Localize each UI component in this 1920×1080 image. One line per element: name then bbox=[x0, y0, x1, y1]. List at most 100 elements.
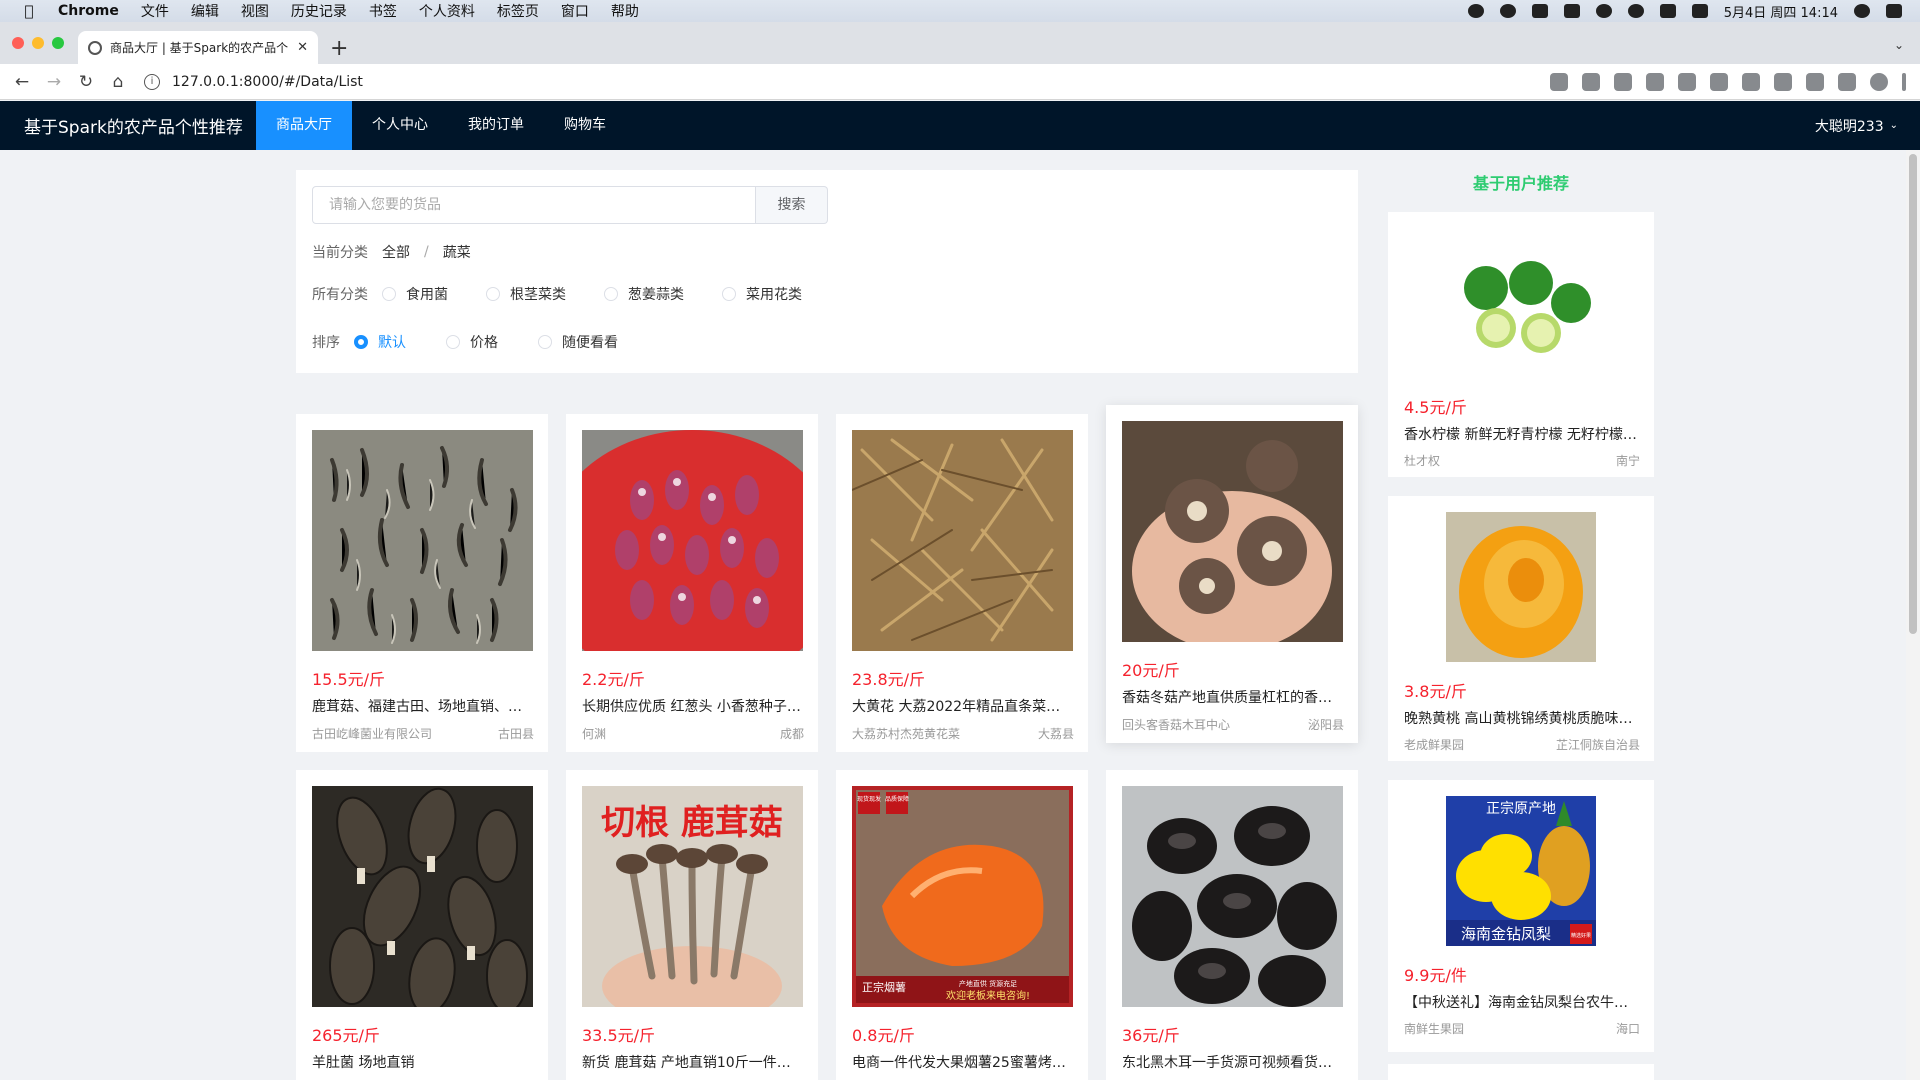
recommend-title[interactable]: 晚熟黄桃 高山黄桃锦绣黄桃质脆味… bbox=[1404, 708, 1640, 728]
record-status-icon[interactable] bbox=[1499, 4, 1516, 18]
recommend-card[interactable]: 正宗原产地 海南金钻凤梨 精选好果 9.9元/件 【中秋送礼】海南金钻凤梨台农牛… bbox=[1388, 780, 1654, 1052]
product-title[interactable]: 香菇冬菇产地直供质量杠杠的香… bbox=[1122, 687, 1344, 707]
control-center-icon[interactable] bbox=[1886, 4, 1902, 18]
extension-3-icon[interactable] bbox=[1742, 72, 1760, 91]
product-image[interactable] bbox=[312, 786, 533, 1007]
close-icon[interactable]: ✕ bbox=[297, 40, 308, 55]
forward-arrow-icon[interactable]: → bbox=[38, 72, 70, 92]
search-input[interactable]: 请输入您要的货品 bbox=[312, 186, 756, 224]
menu-bookmarks[interactable]: 书签 bbox=[369, 1, 397, 21]
search-button[interactable]: 搜索 bbox=[756, 186, 828, 224]
recommend-title[interactable]: 香水柠檬 新鲜无籽青柠檬 无籽柠檬… bbox=[1404, 424, 1640, 444]
menu-view[interactable]: 视图 bbox=[241, 1, 269, 21]
radio-circle[interactable] bbox=[604, 287, 618, 301]
product-card[interactable]: 2.2元/斤 长期供应优质 红葱头 小香葱种子… 何渊 成都 bbox=[566, 414, 818, 752]
recommend-card-partial[interactable] bbox=[1388, 1064, 1654, 1080]
product-title[interactable]: 羊肚菌 场地直销 bbox=[312, 1052, 534, 1072]
sort-radio-random[interactable]: 随便看看 bbox=[538, 332, 618, 352]
radio-circle[interactable] bbox=[486, 287, 500, 301]
category-radio-root[interactable]: 根茎菜类 bbox=[486, 284, 566, 304]
radio-circle[interactable] bbox=[354, 335, 368, 349]
menu-profile[interactable]: 个人资料 bbox=[419, 1, 475, 21]
share-icon[interactable] bbox=[1614, 72, 1632, 91]
menu-window[interactable]: 窗口 bbox=[561, 1, 589, 21]
menu-app-name[interactable]: Chrome bbox=[58, 3, 119, 19]
wechat-status-icon[interactable] bbox=[1627, 4, 1644, 18]
product-image[interactable]: 现货现发 品质保障 正宗烟薯 产地直供 货源充足 欢迎老板来电咨询! bbox=[852, 786, 1073, 1007]
product-title[interactable]: 东北黑木耳一手货源可视频看货… bbox=[1122, 1052, 1344, 1072]
category-radio-fungi[interactable]: 食用菌 bbox=[382, 284, 448, 304]
signal-status-icon[interactable] bbox=[1531, 4, 1548, 18]
new-tab-button[interactable]: + bbox=[330, 36, 348, 61]
app-status-icon[interactable] bbox=[1563, 4, 1580, 18]
radio-circle[interactable] bbox=[538, 335, 552, 349]
info-icon[interactable]: i bbox=[144, 73, 160, 90]
chevron-down-icon[interactable]: ⌄ bbox=[1894, 38, 1904, 52]
product-card[interactable]: 23.8元/斤 大黄花 大荔2022年精品直条菜已… 大荔苏村杰苑黄花菜 大荔县 bbox=[836, 414, 1088, 752]
recommend-title[interactable]: 【中秋送礼】海南金钻凤梨台农牛… bbox=[1404, 992, 1640, 1012]
recommend-card[interactable]: 3.8元/斤 晚熟黄桃 高山黄桃锦绣黄桃质脆味… 老成鲜果园 芷江侗族自治县 bbox=[1388, 496, 1654, 761]
minimize-window-button[interactable] bbox=[32, 37, 44, 49]
product-card[interactable]: 265元/斤 羊肚菌 场地直销 bbox=[296, 770, 548, 1080]
category-radio-allium[interactable]: 葱姜蒜类 bbox=[604, 284, 684, 304]
radio-circle[interactable] bbox=[722, 287, 736, 301]
product-title[interactable]: 长期供应优质 红葱头 小香葱种子… bbox=[582, 696, 804, 716]
recommend-card[interactable]: 4.5元/斤 香水柠檬 新鲜无籽青柠檬 无籽柠檬… 杜才权 南宁 bbox=[1388, 212, 1654, 477]
menu-help[interactable]: 帮助 bbox=[611, 1, 639, 21]
product-card[interactable]: 现货现发 品质保障 正宗烟薯 产地直供 货源充足 欢迎老板来电咨询! 0.8元/… bbox=[836, 770, 1088, 1080]
radio-circle[interactable] bbox=[446, 335, 460, 349]
sort-radio-default[interactable]: 默认 bbox=[354, 332, 406, 352]
menu-file[interactable]: 文件 bbox=[141, 1, 169, 21]
extension-1-icon[interactable] bbox=[1678, 72, 1696, 91]
product-title[interactable]: 新货 鹿茸菇 产地直销10斤一件鲜… bbox=[582, 1052, 804, 1072]
menu-history[interactable]: 历史记录 bbox=[291, 1, 347, 21]
close-window-button[interactable] bbox=[12, 37, 24, 49]
product-image[interactable] bbox=[312, 430, 533, 651]
product-card[interactable]: 15.5元/斤 鹿茸菇、福建古田、场地直销、… 古田屹峰菌业有限公司 古田县 bbox=[296, 414, 548, 752]
star-icon[interactable] bbox=[1646, 72, 1664, 91]
chat-status-icon[interactable] bbox=[1595, 4, 1612, 18]
category-radio-flower[interactable]: 菜用花类 bbox=[722, 284, 802, 304]
reload-icon[interactable]: ↻ bbox=[70, 72, 102, 92]
gear-status-icon[interactable] bbox=[1467, 4, 1484, 18]
nav-item-profile[interactable]: 个人中心 bbox=[352, 101, 448, 150]
extension-2-icon[interactable] bbox=[1710, 72, 1728, 91]
input-method-icon[interactable] bbox=[1659, 4, 1676, 18]
sidepanel-icon[interactable] bbox=[1838, 72, 1856, 91]
product-card[interactable]: 切根 鹿茸菇 33.5元/斤 新货 鹿茸菇 产地直销10斤一件鲜… bbox=[566, 770, 818, 1080]
clock[interactable]: 5月4日 周四 14:14 bbox=[1724, 2, 1838, 21]
product-image[interactable] bbox=[582, 430, 803, 651]
profile-avatar-icon[interactable] bbox=[1870, 72, 1888, 91]
address-bar[interactable]: i 127.0.0.1:8000/#/Data/List bbox=[144, 68, 1494, 96]
recommend-image[interactable] bbox=[1446, 228, 1596, 378]
sort-radio-price[interactable]: 价格 bbox=[446, 332, 498, 352]
product-image[interactable] bbox=[852, 430, 1073, 651]
product-title[interactable]: 电商一件代发大果烟薯25蜜薯烤… bbox=[852, 1052, 1074, 1072]
nav-item-orders[interactable]: 我的订单 bbox=[448, 101, 544, 150]
product-image[interactable] bbox=[1122, 421, 1343, 642]
nav-item-cart[interactable]: 购物车 bbox=[544, 101, 626, 150]
site-brand[interactable]: 基于Spark的农产品个性推荐 bbox=[24, 113, 256, 138]
zoom-window-button[interactable] bbox=[52, 37, 64, 49]
menu-tabs[interactable]: 标签页 bbox=[497, 1, 539, 21]
volume-icon[interactable] bbox=[1691, 4, 1708, 18]
more-vert-icon[interactable] bbox=[1902, 72, 1906, 91]
product-image[interactable] bbox=[1122, 786, 1343, 1007]
apple-icon[interactable]:  bbox=[18, 2, 40, 20]
recommend-image[interactable] bbox=[1446, 512, 1596, 662]
browser-tab-active[interactable]: 商品大厅 | 基于Spark的农产品个 ✕ bbox=[78, 31, 318, 64]
radio-circle[interactable] bbox=[382, 287, 396, 301]
menu-edit[interactable]: 编辑 bbox=[191, 1, 219, 21]
translate-icon[interactable] bbox=[1582, 72, 1600, 91]
recommend-image[interactable]: 正宗原产地 海南金钻凤梨 精选好果 bbox=[1446, 796, 1596, 946]
username[interactable]: 大聪明233 bbox=[1815, 116, 1884, 136]
product-title[interactable]: 大黄花 大荔2022年精品直条菜已… bbox=[852, 696, 1074, 716]
product-image[interactable]: 切根 鹿茸菇 bbox=[582, 786, 803, 1007]
spotlight-search-icon[interactable] bbox=[1854, 4, 1870, 18]
back-arrow-icon[interactable]: ← bbox=[6, 72, 38, 92]
crumb-all[interactable]: 全部 bbox=[382, 242, 410, 262]
puzzle-icon[interactable] bbox=[1806, 72, 1824, 91]
product-title[interactable]: 鹿茸菇、福建古田、场地直销、… bbox=[312, 696, 534, 716]
user-menu[interactable]: 大聪明233 ⌄ bbox=[1815, 116, 1898, 136]
nav-item-market[interactable]: 商品大厅 bbox=[256, 101, 352, 150]
